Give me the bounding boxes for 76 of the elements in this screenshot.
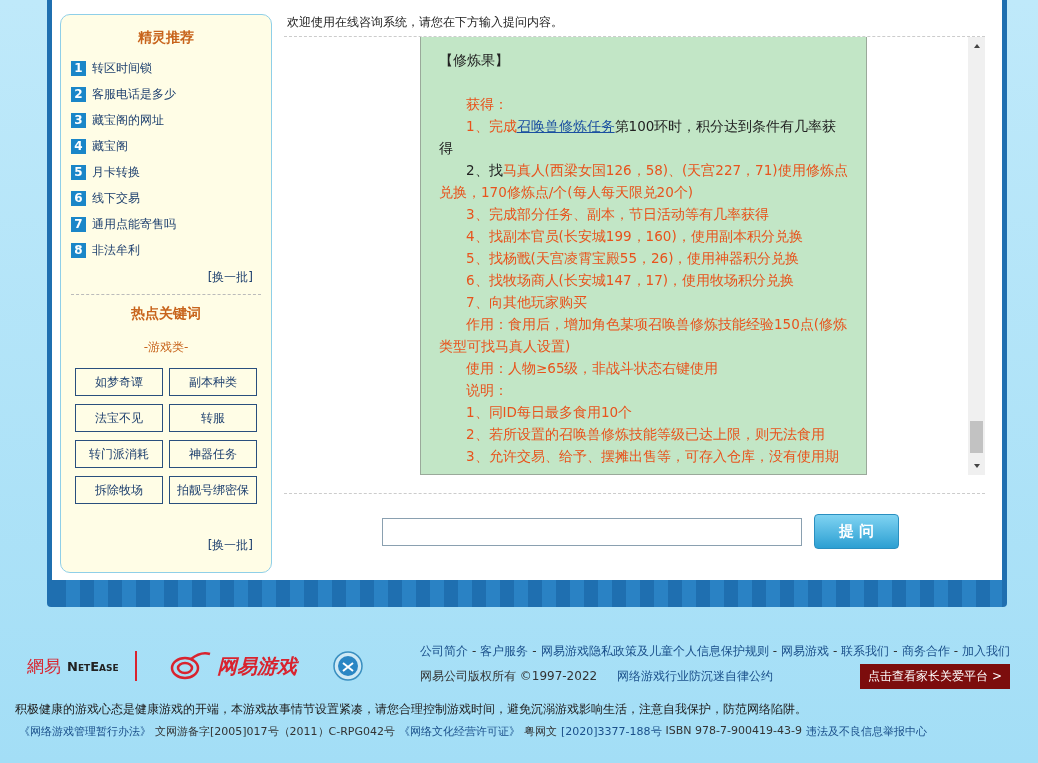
answer-paragraph: 3、允许交易、给予、摆摊出售等，可存入仓库，没有使用期 — [465, 447, 840, 466]
keyword-button[interactable]: 转门派消耗 — [75, 440, 163, 468]
footer-link[interactable]: 客户服务 — [480, 644, 529, 658]
recommend-item[interactable]: 1 转区时间锁 — [71, 55, 261, 81]
footer-link[interactable]: 联系我们 — [841, 644, 890, 658]
license-text: 粤网文 — [524, 724, 557, 739]
footer-link[interactable]: 网易游戏隐私政策及儿童个人信息保护规则 — [540, 644, 769, 658]
section-title: 热点关键词 — [130, 305, 202, 323]
keyword-button[interactable]: 神器任务 — [169, 440, 257, 468]
scrollbar[interactable] — [968, 37, 985, 475]
game-logo-text: 网易游戏 — [216, 652, 297, 680]
question-input[interactable] — [382, 517, 802, 546]
parent-care-button[interactable]: 点击查看家长关爱平台 > — [860, 664, 1010, 689]
answer-paragraph: 1、同ID每日最多食用10个 — [465, 403, 634, 422]
recommend-item[interactable]: 3 藏宝阁的网址 — [71, 107, 261, 133]
answer-paragraph: 4、找副本官员(长安城199，160)，使用副本积分兑换 — [465, 227, 804, 246]
license-text: ISBN 978-7-900419-43-9 — [665, 724, 802, 739]
answer-paragraph: 说明： — [465, 381, 509, 400]
license-link[interactable]: 违法及不良信息举报中心 — [805, 724, 927, 739]
recommend-item[interactable]: 7 通用点能寄售吗 — [71, 211, 261, 237]
answer-paragraph: 使用：人物≥65级，非战斗状态右键使用 — [465, 359, 720, 378]
footer-link[interactable]: 加入我们 — [962, 644, 1010, 658]
link-separator: - — [471, 644, 477, 658]
answer-paragraph: 6、找牧场商人(长安城147，17)，使用牧场积分兑换 — [465, 271, 796, 290]
answer-paragraph: 5、找杨戬(天宫凌霄宝殿55，26)，使用神器积分兑换 — [465, 249, 801, 268]
keyword-button[interactable]: 拍靓号绑密保 — [169, 476, 257, 504]
number-badge: 1 — [71, 60, 86, 76]
link-separator: - — [832, 644, 838, 658]
answer-paragraph: 2、若所设置的召唤兽修炼技能等级已达上限，则无法食用 — [465, 425, 826, 444]
link-separator: - — [772, 644, 777, 658]
refresh-link[interactable]: [换一批] — [207, 269, 253, 286]
link-separator: - — [953, 644, 958, 658]
number-badge: 4 — [71, 138, 86, 154]
answer-paragraph: 作用：食用后，增加角色某项召唤兽修炼技能经验150点(修炼类型可找马真人设置) — [439, 315, 849, 356]
footer-link[interactable]: 商务合作 — [901, 644, 950, 658]
emblem-icon — [332, 651, 363, 681]
number-badge: 5 — [71, 164, 86, 180]
keyword-button[interactable]: 转服 — [169, 404, 257, 432]
answer-paragraph: 2、找马真人(西梁女国126，58)、(天宫227，71)使用修炼点兑换，170修炼点/个(每人每天限兑20个) — [439, 161, 849, 202]
link-separator: - — [532, 644, 537, 658]
footer-link[interactable]: 网易游戏 — [780, 644, 829, 658]
recommend-item[interactable]: 4 藏宝阁 — [71, 133, 261, 159]
number-badge: 8 — [71, 242, 86, 258]
copyright-text: 网易公司版权所有 ©1997-2022 — [419, 668, 598, 685]
keyword-button[interactable]: 拆除牧场 — [75, 476, 163, 504]
refresh-link[interactable]: [换一批] — [207, 537, 253, 554]
link-separator: - — [893, 644, 898, 658]
recommend-item[interactable]: 8 非法牟利 — [71, 237, 261, 263]
license-link[interactable]: 《网络文化经营许可证》 — [399, 724, 520, 739]
number-badge: 3 — [71, 112, 86, 128]
footer-link[interactable]: 网络游戏行业防沉迷自律公约 — [617, 668, 774, 685]
category-label: -游戏类- — [142, 339, 190, 356]
number-badge: 2 — [71, 86, 86, 102]
task-link[interactable]: 召唤兽修炼任务 — [516, 118, 615, 134]
number-badge: 6 — [71, 190, 86, 206]
license-text: 文网游备字[2005]017号（2011）C-RPG042号 — [155, 724, 395, 739]
recommend-item[interactable]: 6 线下交易 — [71, 185, 261, 211]
keyword-button[interactable]: 法宝不见 — [75, 404, 163, 432]
answer-paragraph: 获得： — [465, 95, 509, 114]
answer-title: 【修炼果】 — [439, 51, 510, 70]
footer-link[interactable]: 公司简介 — [419, 644, 468, 658]
keyword-button[interactable]: 如梦奇谭 — [75, 368, 163, 396]
netease-logo-text: 網易 — [27, 654, 61, 678]
notice-text: 积极健康的游戏心态是健康游戏的开端，本游戏故事情节设置紧凑，请您合理控制游戏时间，避免沉溺游戏影响生活，注意自我保护，防范网络陷阱。 — [15, 701, 808, 718]
number-badge: 7 — [71, 216, 86, 232]
netease-logo-text: NetEase — [67, 658, 119, 674]
answer-paragraph: 7、向其他玩家购买 — [465, 293, 588, 312]
answer-paragraph: 3、完成部分任务、副本，节日活动等有几率获得 — [465, 205, 770, 224]
recommend-item[interactable]: 2 客服电话是多少 — [71, 81, 261, 107]
license-link[interactable]: [2020]3377-188号 — [561, 724, 662, 739]
license-link[interactable]: 《网络游戏管理暂行办法》 — [19, 724, 151, 739]
section-title: 精灵推荐 — [137, 29, 195, 47]
recommend-item[interactable]: 5 月卡转换 — [71, 159, 261, 185]
answer-paragraph: 1、完成召唤兽修炼任务第100环时，积分达到条件有几率获得 — [439, 117, 838, 158]
scroll-thumb[interactable] — [970, 421, 983, 453]
keyword-button[interactable]: 副本种类 — [169, 368, 257, 396]
